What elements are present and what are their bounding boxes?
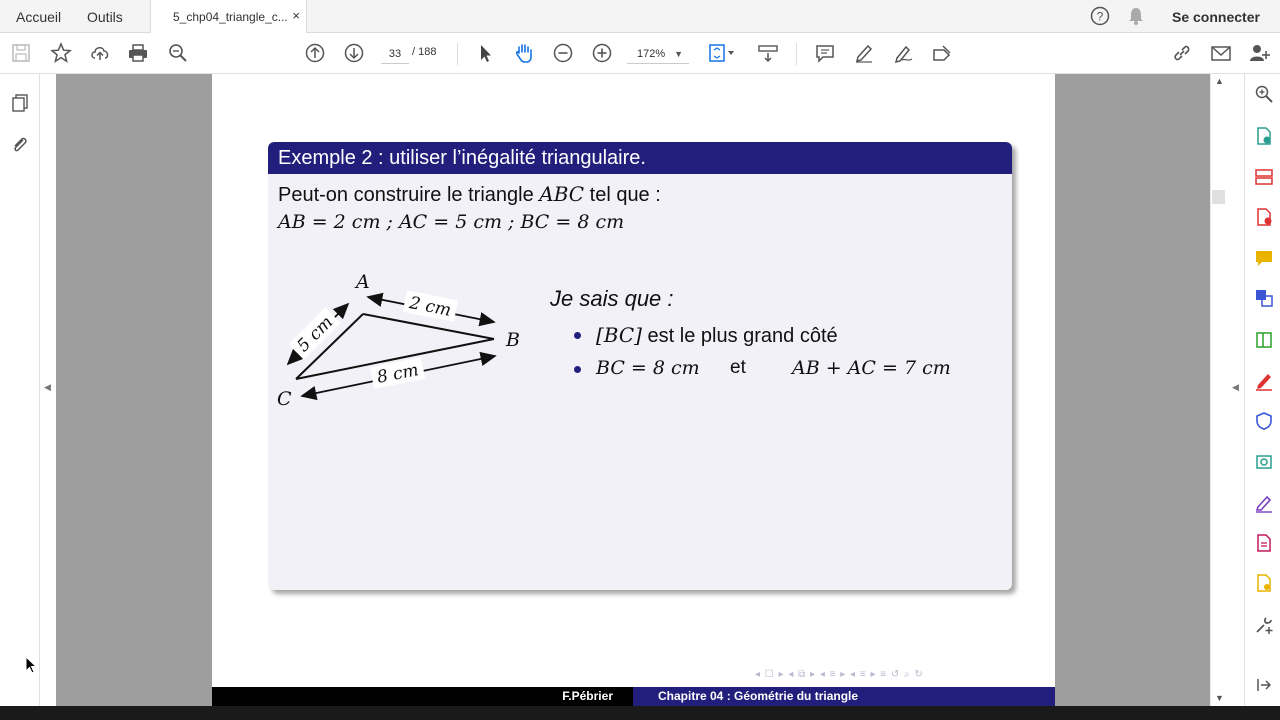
select-cursor-icon[interactable] <box>473 41 497 65</box>
attachment-icon[interactable] <box>10 134 30 159</box>
beamer-navigation-symbols[interactable]: ◂ ☐ ▸ ◂ ⧉ ▸ ◂ ≡ ▸ ◂ ≡ ▸ ≡ ↺ ⌕ ↻ <box>755 669 924 680</box>
chevron-down-icon: ▼ <box>674 49 683 59</box>
share-link-icon[interactable] <box>1170 41 1194 65</box>
hand-tool-icon[interactable] <box>512 41 536 65</box>
star-icon[interactable] <box>49 41 73 65</box>
mail-icon[interactable] <box>1209 41 1233 65</box>
sign-icon[interactable] <box>930 41 954 65</box>
previous-page-icon[interactable] <box>303 41 327 65</box>
next-page-icon[interactable] <box>342 41 366 65</box>
page-thumbnails-icon[interactable] <box>10 93 30 118</box>
collapse-right-icon: ◀ <box>1232 382 1239 392</box>
right-tools-panel <box>1244 74 1280 706</box>
zoom-level-select[interactable]: 172% ▼ <box>627 44 689 64</box>
print-icon[interactable] <box>126 41 150 65</box>
organize-pages-icon[interactable] <box>1254 167 1274 187</box>
send-review-icon[interactable] <box>1254 452 1274 472</box>
block-title-bar: Exemple 2 : utiliser l’inégalité triangu… <box>268 142 1012 174</box>
label-ac: 5 cm <box>288 307 341 360</box>
svg-text:8 cm: 8 cm <box>375 360 420 388</box>
create-pdf-icon[interactable] <box>1254 207 1274 227</box>
toolbar-divider <box>457 43 458 65</box>
comment-icon[interactable] <box>813 41 837 65</box>
toolbar-divider <box>796 43 797 65</box>
bullet-2-sum: AB + AC = 7 cm <box>792 357 951 379</box>
save-icon[interactable] <box>9 41 33 65</box>
zoom-search-icon[interactable] <box>166 41 190 65</box>
question-post: tel que : <box>584 184 661 206</box>
triangle-figure: 2 cm 5 cm 8 cm A B C <box>277 271 520 410</box>
bullet-1-text: est le plus grand côté <box>641 325 838 347</box>
svg-text:?: ? <box>1097 10 1104 24</box>
document-tab-label: 5_chp04_triangle_c... <box>173 10 288 24</box>
protect-shield-icon[interactable] <box>1254 411 1274 431</box>
scroll-down-icon[interactable]: ▼ <box>1215 693 1224 703</box>
block-title: Exemple 2 : utiliser l’inégalité triangu… <box>278 147 646 169</box>
right-panel-collapse[interactable]: ◀ <box>1228 74 1244 706</box>
mouse-cursor-icon <box>25 655 38 679</box>
export-pdf-icon[interactable] <box>1254 126 1274 146</box>
nav-home[interactable]: Accueil <box>16 9 61 25</box>
example-block: Exemple 2 : utiliser l’inégalité triangu… <box>268 142 1012 590</box>
combine-files-icon[interactable] <box>1254 288 1274 308</box>
more-tools-icon[interactable] <box>1254 615 1274 635</box>
edit-pdf-icon[interactable] <box>1254 330 1274 350</box>
vertical-scrollbar[interactable]: ▲ ▼ <box>1210 74 1228 706</box>
label-ab: 2 cm <box>402 290 459 322</box>
signature-icon[interactable] <box>1254 493 1274 513</box>
page-total: / 188 <box>412 46 437 58</box>
scroll-up-icon[interactable]: ▲ <box>1215 76 1224 86</box>
vertex-c: C <box>277 388 292 410</box>
scrollbar-thumb[interactable] <box>1212 190 1225 204</box>
je-sais-heading: Je sais que : <box>550 286 674 311</box>
vertex-b: B <box>505 329 520 351</box>
document-tab[interactable]: 5_chp04_triangle_c... × <box>150 0 307 34</box>
fill-sign-icon[interactable] <box>1254 371 1274 391</box>
nav-tools[interactable]: Outils <box>87 9 123 25</box>
vertex-a: A <box>354 271 370 293</box>
comment-tool-icon[interactable] <box>1254 248 1274 268</box>
left-panel-collapse[interactable]: ◀ <box>40 74 56 706</box>
zoom-out-icon[interactable] <box>551 41 575 65</box>
bullet-1-math: [BC] <box>596 323 642 347</box>
left-navigation-panel <box>0 74 40 706</box>
taskbar-strip <box>0 706 1280 720</box>
bullet-2-bc: BC = 8 cm <box>596 357 700 379</box>
fit-page-icon[interactable] <box>707 41 739 65</box>
collapse-left-icon: ◀ <box>44 382 51 392</box>
question-pre: Peut-on construire le triangle <box>278 184 540 206</box>
top-nav-bar: Accueil Outils 5_chp04_triangle_c... × ?… <box>0 0 1280 34</box>
scroll-mode-icon[interactable] <box>756 41 780 65</box>
svg-text:2 cm: 2 cm <box>407 293 453 321</box>
page-number-input[interactable]: 33 <box>381 44 409 64</box>
upload-cloud-icon[interactable] <box>88 41 112 65</box>
footer-author: F.Pébrier <box>562 689 613 703</box>
tab-close-icon[interactable]: × <box>292 8 300 23</box>
help-icon[interactable]: ? <box>1090 6 1110 31</box>
bullet-dot <box>574 366 581 373</box>
bullet-dot <box>574 332 581 339</box>
question-text: Peut-on construire le triangle ABC tel q… <box>278 182 661 207</box>
zoom-tool-icon[interactable] <box>1254 84 1274 104</box>
zoom-level-value: 172% <box>637 48 666 60</box>
draw-pen-icon[interactable] <box>891 41 915 65</box>
footer-author-bar: F.Pébrier <box>212 687 633 706</box>
bullet-1: [BC] est le plus grand côté <box>596 323 838 348</box>
main-toolbar: 33 / 188 172% ▼ <box>0 33 1280 74</box>
add-user-icon[interactable] <box>1248 41 1272 65</box>
highlight-pen-icon[interactable] <box>852 41 876 65</box>
form-icon[interactable] <box>1254 533 1274 553</box>
zoom-in-icon[interactable] <box>590 41 614 65</box>
lengths-text: AB = 2 cm ; AC = 5 cm ; BC = 8 cm <box>278 211 625 233</box>
footer-chapter-bar: Chapitre 04 : Géométrie du triangle <box>633 687 1055 706</box>
bell-icon[interactable] <box>1127 6 1145 31</box>
footer-chapter: Chapitre 04 : Géométrie du triangle <box>658 689 859 703</box>
signin-link[interactable]: Se connecter <box>1172 9 1260 25</box>
expand-panel-icon[interactable] <box>1254 675 1274 695</box>
scan-ocr-icon[interactable] <box>1254 573 1274 593</box>
question-math: ABC <box>539 182 585 206</box>
bullet-2-et: et <box>730 357 746 378</box>
